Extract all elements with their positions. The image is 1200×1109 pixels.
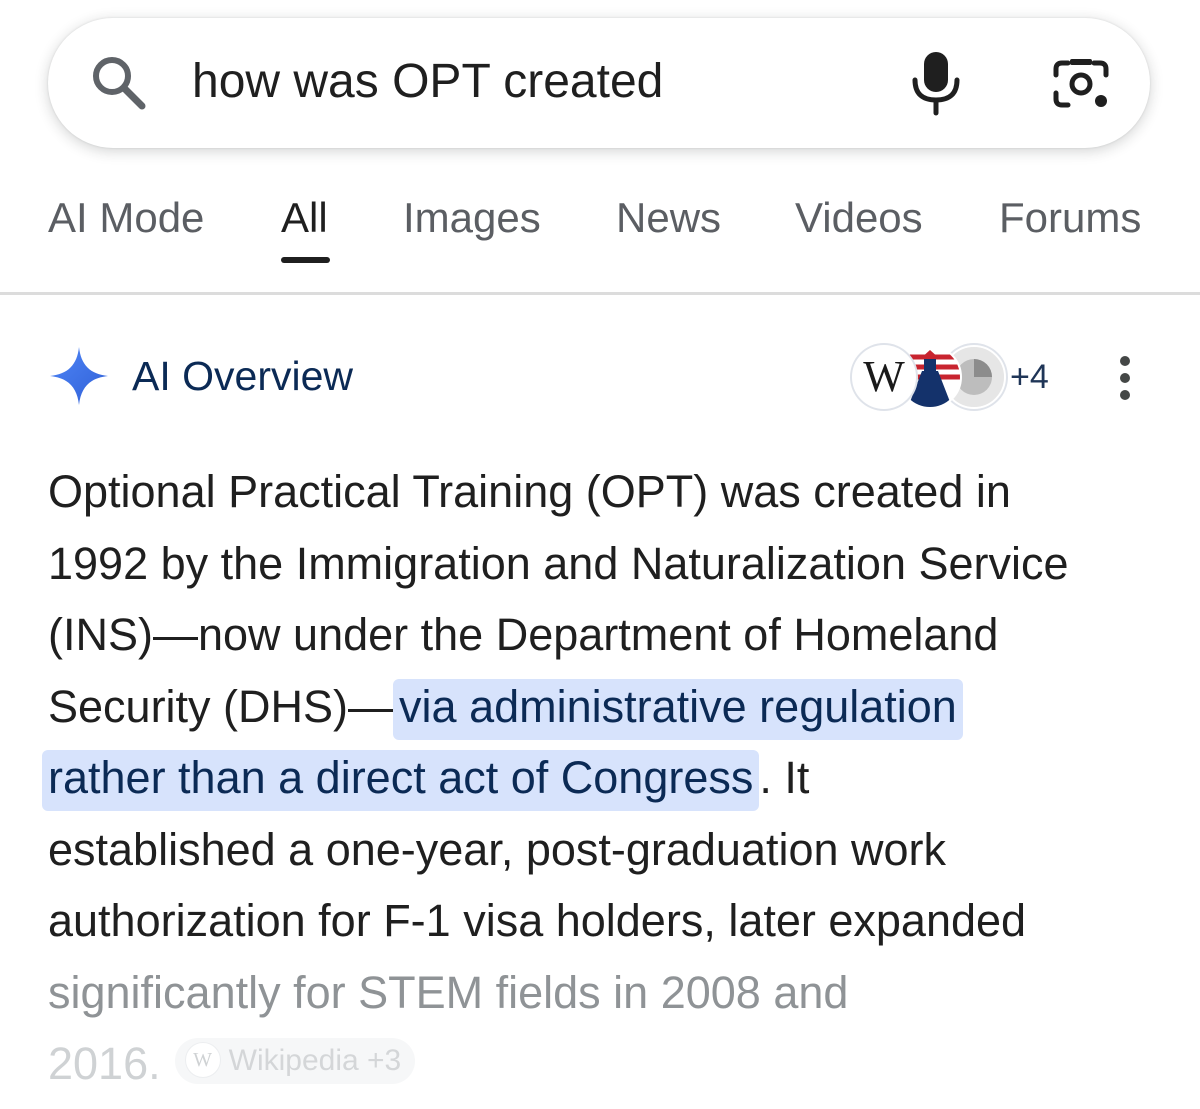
search-input[interactable]: how was OPT created bbox=[192, 50, 663, 114]
overview-line-faded: 2016. W Wikipedia +3 bbox=[48, 1028, 1178, 1100]
citation-chip[interactable]: W Wikipedia +3 bbox=[174, 1038, 416, 1085]
overview-line-faded: significantly for STEM fields in 2008 an… bbox=[48, 966, 849, 1018]
search-icon[interactable] bbox=[88, 52, 150, 114]
ai-overview-text: Optional Practical Training (OPT) was cr… bbox=[42, 456, 1178, 1100]
overview-line: (INS)—now under the Department of Homela… bbox=[48, 609, 999, 660]
overview-text-segment: Security (DHS)— bbox=[48, 680, 394, 732]
more-sources-count[interactable]: +4 bbox=[1010, 356, 1049, 398]
overview-line: Optional Practical Training (OPT) was cr… bbox=[48, 466, 1011, 517]
tab-ai-mode[interactable]: AI Mode bbox=[48, 192, 204, 244]
tab-videos[interactable]: Videos bbox=[795, 192, 923, 244]
gemini-spark-icon bbox=[50, 347, 108, 405]
tab-news[interactable]: News bbox=[616, 192, 721, 244]
source-avatars[interactable]: W bbox=[852, 345, 1006, 409]
overview-line: rather than a direct act of Congress. It bbox=[42, 742, 1178, 814]
ai-overview-title: AI Overview bbox=[132, 353, 353, 399]
wikipedia-logo-icon[interactable]: W bbox=[852, 345, 916, 409]
tabs-divider bbox=[0, 292, 1200, 295]
highlighted-phrase[interactable]: via administrative regulation bbox=[393, 678, 963, 740]
highlighted-phrase[interactable]: rather than a direct act of Congress bbox=[42, 750, 760, 811]
mic-icon[interactable] bbox=[908, 50, 964, 116]
wikipedia-chip-icon: W bbox=[184, 1042, 221, 1079]
overview-text-segment: . It bbox=[759, 752, 810, 803]
citation-chip-label: Wikipedia +3 bbox=[228, 1044, 402, 1078]
overview-line: 1992 by the Immigration and Naturalizati… bbox=[48, 537, 1069, 589]
tab-forums[interactable]: Forums bbox=[999, 192, 1141, 244]
overview-line: authorization for F-1 visa holders, late… bbox=[48, 895, 1027, 946]
active-tab-indicator bbox=[281, 257, 330, 263]
tab-all[interactable]: All bbox=[281, 192, 328, 244]
overview-line: Security (DHS)— via administrative regula… bbox=[48, 671, 1178, 743]
overview-line: established a one-year, post-graduation … bbox=[48, 823, 947, 875]
tab-images[interactable]: Images bbox=[403, 192, 541, 244]
overview-text-segment: 2016. bbox=[48, 1038, 161, 1089]
lens-camera-icon[interactable] bbox=[1050, 55, 1112, 113]
kebab-menu-icon[interactable] bbox=[1106, 352, 1144, 404]
